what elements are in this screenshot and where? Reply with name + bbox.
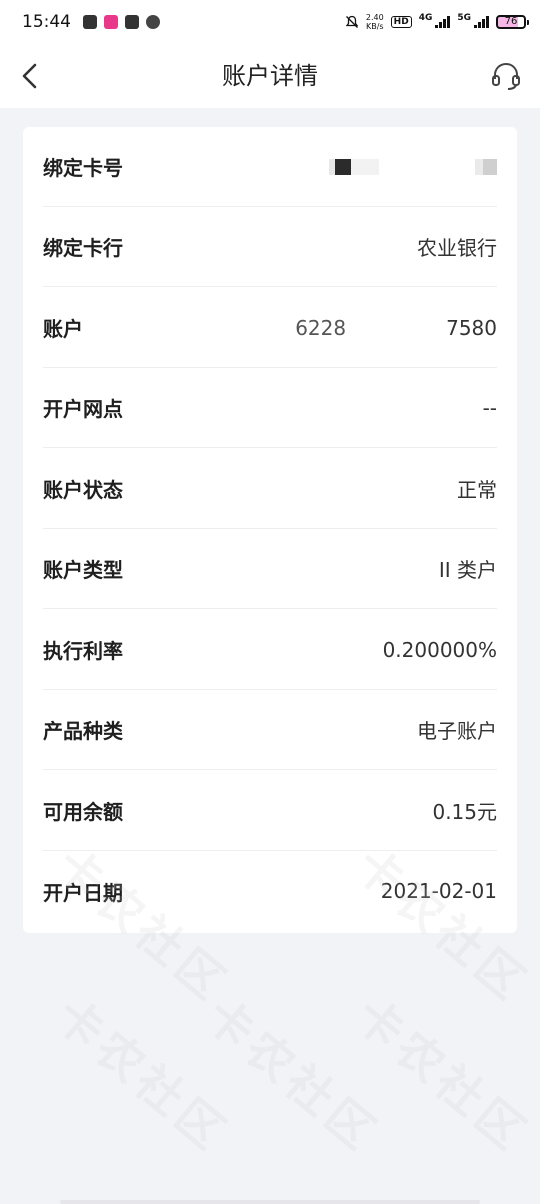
row-value: II 类户 xyxy=(438,558,497,582)
status-bar: 15:44 2.40 KB/s HD 4G 5G 76 xyxy=(0,0,540,44)
row-label: 账户状态 xyxy=(43,478,123,502)
detail-row-bound-card-number: 绑定卡号 xyxy=(43,127,497,207)
net-speed-unit: KB/s xyxy=(365,22,384,31)
row-label: 开户网点 xyxy=(43,397,123,421)
wallet-app-icon xyxy=(125,15,139,29)
detail-row-interest-rate: 执行利率 0.200000% xyxy=(43,610,497,690)
row-value: 电子账户 xyxy=(417,719,497,743)
net-speed: 2.40 KB/s xyxy=(366,13,384,31)
row-value: 正常 xyxy=(457,478,497,502)
masked-card-number xyxy=(329,158,497,175)
detail-row-open-date: 开户日期 2021-02-01 xyxy=(43,851,497,931)
net-speed-value: 2.40 xyxy=(365,13,384,22)
row-label: 绑定卡行 xyxy=(43,236,123,260)
detail-row-bound-card-bank: 绑定卡行 农业银行 xyxy=(43,207,497,287)
detail-row-branch: 开户网点 -- xyxy=(43,368,497,448)
detail-row-product-type: 产品种类 电子账户 xyxy=(43,690,497,770)
nav-bar: 账户详情 xyxy=(0,44,540,108)
row-label: 账户类型 xyxy=(43,558,123,582)
shopping-app-icon xyxy=(104,15,118,29)
watermark: 卡农社区 xyxy=(345,987,540,1163)
row-value: -- xyxy=(482,395,497,420)
headset-icon xyxy=(492,62,520,90)
customer-service-button[interactable] xyxy=(488,58,524,94)
row-label: 可用余额 xyxy=(43,800,123,824)
account-suffix: 7580 xyxy=(446,315,497,340)
detail-row-account-status: 账户状态 正常 xyxy=(43,449,497,529)
row-label: 执行利率 xyxy=(43,639,123,663)
status-indicators: 2.40 KB/s HD 4G 5G 76 xyxy=(345,13,529,31)
row-label: 账户 xyxy=(43,317,83,341)
wechat-icon xyxy=(146,15,160,29)
message-app-icon xyxy=(83,15,97,29)
watermark: 卡农社区 xyxy=(45,987,240,1163)
sim2-signal-icon xyxy=(474,16,489,28)
account-prefix: 6228 xyxy=(295,315,347,340)
row-value: 0.200000% xyxy=(382,637,497,662)
home-indicator xyxy=(60,1200,480,1204)
row-value: 2021-02-01 xyxy=(380,879,497,903)
status-time: 15:44 xyxy=(22,12,71,32)
sim1-signal-icon xyxy=(435,16,451,28)
bell-off-icon xyxy=(345,15,359,28)
row-label: 产品种类 xyxy=(43,719,123,743)
hd-badge: HD xyxy=(390,16,412,28)
battery-icon: 76 xyxy=(496,15,529,29)
detail-row-account: 账户 6228 7580 xyxy=(43,288,497,368)
row-label: 绑定卡号 xyxy=(43,156,123,180)
sim1-network-label: 4G xyxy=(418,13,433,23)
row-value: 农业银行 xyxy=(417,236,497,260)
account-detail-card: 绑定卡号 绑定卡行 农业银行 账户 6228 7580 开户网点 -- 账户状态… xyxy=(23,127,517,933)
detail-row-account-type: 账户类型 II 类户 xyxy=(43,529,497,609)
page-title: 账户详情 xyxy=(222,62,318,90)
row-label: 开户日期 xyxy=(43,880,123,905)
battery-level: 76 xyxy=(504,16,518,27)
row-value: 0.15元 xyxy=(432,800,497,824)
detail-row-available-balance: 可用余额 0.15元 xyxy=(43,771,497,851)
sim2-network-label: 5G xyxy=(457,13,471,23)
masked-account-number: 6228 7580 xyxy=(295,316,497,340)
watermark: 卡农社区 xyxy=(195,987,390,1163)
